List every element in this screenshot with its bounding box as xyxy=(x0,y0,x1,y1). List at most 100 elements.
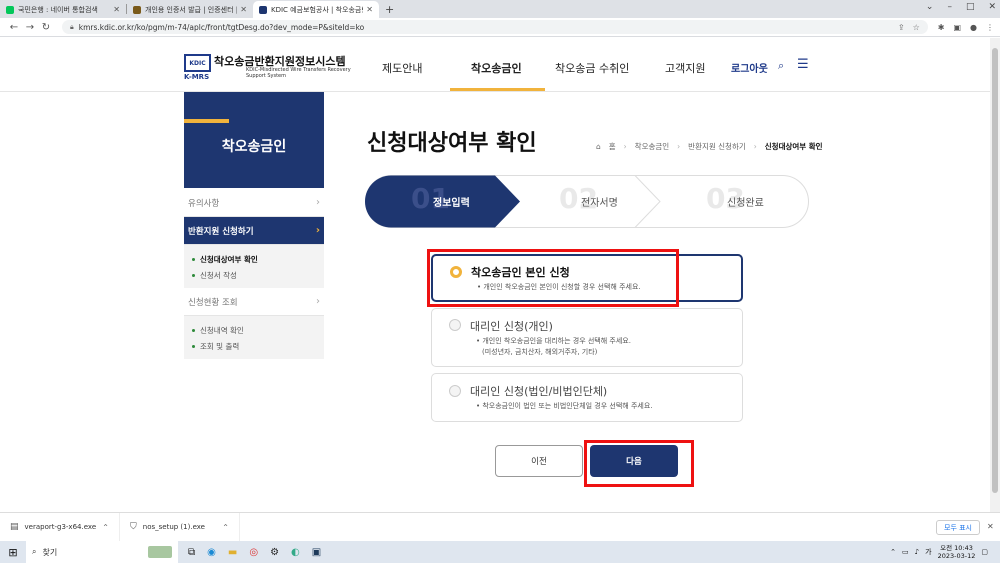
tab-title: 개인용 인증서 발급 | 인증센터 | xyxy=(145,5,238,14)
download-filename: nos_setup (1).exe xyxy=(142,523,205,531)
browser-tab[interactable]: 개인용 인증서 발급 | 인증센터 | ✕ xyxy=(127,1,253,18)
cert-favicon-icon xyxy=(133,5,141,14)
breadcrumb-item[interactable]: 반환지원 신청하기 xyxy=(688,141,746,152)
option-agent-individual[interactable]: 대리인 신청(개인) • 개인인 착오송금인을 대리하는 경우 선택해 주세요.… xyxy=(431,308,743,367)
chevron-right-icon: › xyxy=(753,142,757,151)
browser-toolbar: ← → ↻ 🔒︎ kmrs.kdic.or.kr/ko/pgm/m-74/apl… xyxy=(0,18,1000,37)
home-icon[interactable]: ⌂ xyxy=(596,142,601,151)
chevron-right-icon: › xyxy=(316,197,320,208)
chevron-down-icon[interactable]: ⌄ xyxy=(926,2,934,12)
download-item[interactable]: ▤ veraport-g3-x64.exe ⌃ xyxy=(0,512,120,542)
scroll-thumb[interactable] xyxy=(992,48,998,493)
close-download-bar-icon[interactable]: ✕ xyxy=(987,522,994,531)
radio-unselected[interactable] xyxy=(449,385,461,397)
nav-sender[interactable]: 착오송금인 xyxy=(471,60,522,76)
browser-tab[interactable]: 국민은행 : 네이버 통합검색 ✕ xyxy=(0,1,126,18)
maximize-icon[interactable]: □ xyxy=(966,2,975,12)
option-title: 대리인 신청(개인) xyxy=(470,320,553,333)
chevron-right-icon: › xyxy=(316,296,320,307)
search-icon: ⌕ xyxy=(32,547,37,556)
taskbar: ⊞ ⌕ 찾기 ⧉ ◉ ▬ ◎ ⚙ ◐ ▣ ⌃ ▭ ♪ 가 오전 10:43 20… xyxy=(0,541,1000,563)
download-item[interactable]: ⛉ nos_setup (1).exe ⌃ xyxy=(120,512,240,542)
step-indicator: 01 정보입력 02 전자서명 03 신청완료 xyxy=(365,175,809,228)
nav-customer-support[interactable]: 고객지원 xyxy=(665,60,705,76)
browser-tab-active[interactable]: KDIC 예금보험공사 | 착오송금반 ✕ xyxy=(253,1,379,18)
network-icon[interactable]: ▭ xyxy=(902,548,909,556)
profile-icon[interactable]: ● xyxy=(970,23,977,32)
radio-unselected[interactable] xyxy=(449,319,461,331)
sidebar-item-notice[interactable]: 유의사항 › xyxy=(184,189,324,217)
accent-bar xyxy=(184,119,229,123)
submenu-history[interactable]: 신청내역 확인 xyxy=(192,322,316,338)
bullet-icon xyxy=(192,273,195,277)
clock-date: 2023-03-12 xyxy=(937,552,976,560)
taskbar-search[interactable]: ⌕ 찾기 xyxy=(26,541,178,563)
highlight-box xyxy=(427,249,679,307)
step-3-label: 신청완료 xyxy=(727,198,764,209)
kdic-favicon-icon xyxy=(259,5,267,14)
page-title: 신청대상여부 확인 xyxy=(367,131,537,156)
nav-system-guide[interactable]: 제도안내 xyxy=(382,60,422,76)
submenu-eligibility-check[interactable]: 신청대상여부 확인 xyxy=(192,251,316,267)
forward-icon[interactable]: → xyxy=(22,22,38,33)
hamburger-menu-icon[interactable]: ☰ xyxy=(797,57,809,72)
back-icon[interactable]: ← xyxy=(6,22,22,33)
option-agent-corporate[interactable]: 대리인 신청(법인/비법인단체) • 착오송금인이 법인 또는 비법인단체일 경… xyxy=(431,373,743,422)
file-explorer-icon[interactable]: ▬ xyxy=(228,547,237,558)
show-all-downloads-button[interactable]: 모두 표시 xyxy=(936,520,980,535)
chrome-icon[interactable]: ◎ xyxy=(249,547,258,558)
sidebar-item-apply[interactable]: 반환지원 신청하기 › xyxy=(184,217,324,245)
clock-time: 오전 10:43 xyxy=(940,544,973,552)
prev-button[interactable]: 이전 xyxy=(495,445,583,477)
sidebar-item-label: 반환지원 신청하기 xyxy=(188,226,254,237)
submenu-print[interactable]: 조회 및 출력 xyxy=(192,338,316,354)
step-1-label: 정보입력 xyxy=(433,198,470,209)
bookmark-star-icon[interactable]: ☆ xyxy=(913,23,920,32)
edge-icon[interactable]: ◉ xyxy=(207,547,216,558)
bullet-icon xyxy=(192,257,195,261)
close-window-icon[interactable]: ✕ xyxy=(988,2,996,12)
close-tab-icon[interactable]: ✕ xyxy=(113,5,120,14)
photoshop-icon[interactable]: ▣ xyxy=(312,547,321,558)
ime-icon[interactable]: 가 xyxy=(925,547,931,557)
chevron-up-icon[interactable]: ⌃ xyxy=(890,548,896,556)
submenu-label: 신청내역 확인 xyxy=(200,325,244,335)
option-desc: • 착오송금인이 법인 또는 비법인단체일 경우 선택해 주세요. xyxy=(476,402,653,410)
close-tab-icon[interactable]: ✕ xyxy=(240,5,247,14)
breadcrumb-home[interactable]: 홈 xyxy=(609,141,616,152)
settings-gear-icon[interactable]: ⚙ xyxy=(270,547,279,558)
share-icon[interactable]: ⇪ xyxy=(898,23,905,32)
sidebar-item-status[interactable]: 신청현황 조회 › xyxy=(184,288,324,316)
breadcrumb-item[interactable]: 착오송금인 xyxy=(635,141,670,152)
search-icon[interactable]: ⌕ xyxy=(778,59,784,73)
reload-icon[interactable]: ↻ xyxy=(38,22,54,33)
search-placeholder: 찾기 xyxy=(42,547,58,557)
chevron-up-icon[interactable]: ⌃ xyxy=(222,523,229,532)
close-tab-icon[interactable]: ✕ xyxy=(366,5,373,14)
windows-start-icon[interactable]: ⊞ xyxy=(0,546,26,559)
tab-title: 국민은행 : 네이버 통합검색 xyxy=(18,5,98,14)
new-tab-icon[interactable]: + xyxy=(385,3,394,16)
chevron-up-icon[interactable]: ⌃ xyxy=(102,523,109,532)
more-menu-icon[interactable]: ⋮ xyxy=(986,23,994,32)
minimize-icon[interactable]: – xyxy=(947,2,952,12)
page-scrollbar[interactable] xyxy=(990,38,1000,512)
option-desc: • 개인인 착오송금인을 대리하는 경우 선택해 주세요. xyxy=(476,337,631,345)
highlight-box xyxy=(584,440,694,487)
clock[interactable]: 오전 10:43 2023-03-12 xyxy=(938,544,976,560)
kdic-logo[interactable]: KDIC xyxy=(184,54,211,72)
option-title: 대리인 신청(법인/비법인단체) xyxy=(470,385,608,398)
extensions-icon[interactable]: ✱ xyxy=(938,23,945,32)
paint-icon[interactable]: ◐ xyxy=(291,547,300,558)
logout-link[interactable]: 로그아웃 xyxy=(731,60,768,75)
task-view-icon[interactable]: ⧉ xyxy=(188,547,195,558)
notification-icon[interactable]: ▢ xyxy=(981,548,988,556)
chevron-right-icon: › xyxy=(315,225,320,236)
submenu-label: 신청서 작성 xyxy=(200,270,237,280)
download-bar: ▤ veraport-g3-x64.exe ⌃ ⛉ nos_setup (1).… xyxy=(0,512,1000,542)
sidebar-icon[interactable]: ▣ xyxy=(953,23,961,32)
submenu-application-form[interactable]: 신청서 작성 xyxy=(192,267,316,283)
address-bar[interactable]: 🔒︎ kmrs.kdic.or.kr/ko/pgm/m-74/aplc/fron… xyxy=(62,20,928,34)
volume-icon[interactable]: ♪ xyxy=(915,548,919,556)
nav-recipient[interactable]: 착오송금 수취인 xyxy=(555,60,629,76)
